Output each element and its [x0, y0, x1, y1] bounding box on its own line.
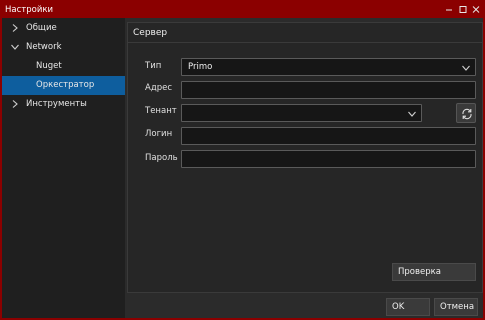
- cancel-button-label: Отмена: [440, 302, 475, 312]
- chevron-down-icon[interactable]: [10, 42, 20, 52]
- ok-button-label: OK: [392, 302, 405, 312]
- maximize-icon[interactable]: [457, 3, 469, 16]
- sidebar-item-network[interactable]: Network: [2, 38, 125, 57]
- settings-window: Настройки Общие Network Nuget Оркестрато…: [0, 0, 485, 320]
- address-label: Адрес: [145, 83, 172, 93]
- sidebar-item-label: Nuget: [36, 61, 62, 71]
- sidebar-item-nuget[interactable]: Nuget: [2, 57, 125, 76]
- refresh-tenants-button[interactable]: [456, 103, 476, 123]
- chevron-right-icon[interactable]: [10, 99, 20, 109]
- chevron-down-icon: [462, 65, 470, 71]
- minimize-icon[interactable]: [443, 3, 455, 16]
- check-button[interactable]: Проверка: [392, 263, 476, 281]
- sidebar-item-orchestrator[interactable]: Оркестратор: [2, 76, 125, 95]
- sidebar-item-tools[interactable]: Инструменты: [2, 95, 125, 114]
- cancel-button[interactable]: Отмена: [434, 298, 478, 316]
- sidebar-item-general[interactable]: Общие: [2, 19, 125, 38]
- close-icon[interactable]: [470, 3, 482, 16]
- refresh-icon: [462, 108, 472, 120]
- ok-button[interactable]: OK: [386, 298, 430, 316]
- title-bar: Настройки: [2, 2, 483, 18]
- sidebar-item-label: Network: [26, 42, 62, 52]
- settings-sidebar: Общие Network Nuget Оркестратор Инструме…: [2, 18, 125, 318]
- login-label: Логин: [145, 129, 173, 139]
- password-field[interactable]: [181, 150, 476, 168]
- type-select[interactable]: Primo: [181, 58, 476, 76]
- login-field[interactable]: [181, 127, 476, 145]
- type-select-value: Primo: [188, 62, 213, 72]
- type-label: Тип: [145, 61, 162, 71]
- password-label: Пароль: [145, 153, 178, 163]
- address-field[interactable]: [181, 81, 476, 99]
- chevron-right-icon[interactable]: [10, 23, 20, 33]
- check-button-label: Проверка: [398, 267, 441, 277]
- chevron-down-icon: [408, 111, 416, 117]
- tenant-select[interactable]: [181, 104, 422, 122]
- panel-header: Сервер: [128, 23, 482, 43]
- window-title: Настройки: [5, 5, 54, 15]
- panel-title: Сервер: [133, 28, 168, 38]
- tenant-label: Тенант: [145, 106, 177, 116]
- sidebar-item-label: Инструменты: [26, 99, 87, 109]
- sidebar-item-label: Оркестратор: [36, 80, 95, 90]
- server-panel: Сервер Тип Primo Адрес Тенант Логин Паро…: [127, 22, 483, 293]
- sidebar-item-label: Общие: [26, 23, 57, 33]
